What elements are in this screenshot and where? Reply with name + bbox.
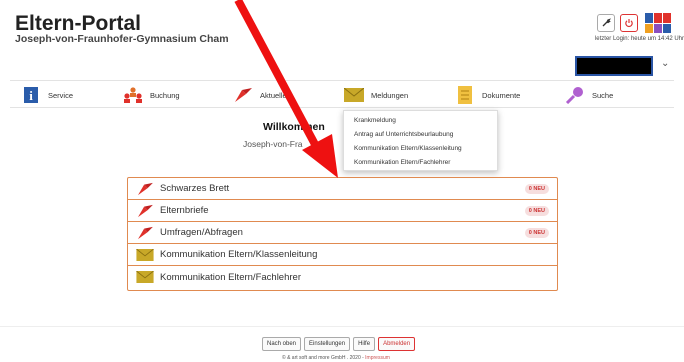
- copyright-text: © & art soft and more GmbH . 2020 - Impr…: [282, 355, 390, 361]
- list-item-klassenleitung[interactable]: Kommunikation Eltern/Klassenleitung: [128, 244, 557, 266]
- document-icon: [454, 85, 476, 105]
- magnifier-icon: [564, 85, 586, 105]
- list-item-schwarzes-brett[interactable]: Schwarzes Brett 0 NEU: [128, 178, 557, 200]
- user-select[interactable]: [575, 56, 653, 76]
- pin-icon: [136, 204, 154, 218]
- settings-footer-button[interactable]: Einstellungen: [304, 337, 351, 351]
- imprint-link[interactable]: Impressum: [365, 355, 390, 361]
- dropdown-item-klassenleitung[interactable]: Kommunikation Eltern/Klassenleitung: [354, 142, 497, 156]
- meldungen-dropdown: Krankmeldung Antrag auf Unterrichtsbeurl…: [343, 110, 498, 171]
- nav-item-buchung[interactable]: Buchung: [122, 83, 180, 107]
- nav-item-meldungen[interactable]: Meldungen: [343, 83, 408, 107]
- nav-item-dokumente[interactable]: Dokumente: [454, 83, 520, 107]
- overview-list: Schwarzes Brett 0 NEU Elternbriefe 0 NEU…: [127, 177, 558, 291]
- new-count-badge: 0 NEU: [524, 183, 549, 194]
- envelope-icon: [343, 85, 365, 105]
- help-button[interactable]: Hilfe: [353, 337, 376, 351]
- copyright-label: © & art soft and more GmbH . 2020 -: [282, 355, 366, 361]
- nav-item-service[interactable]: i Service: [20, 83, 73, 107]
- nav-label: Aktuelles: [260, 90, 291, 100]
- wrench-icon: [602, 18, 611, 27]
- info-icon: i: [20, 85, 42, 105]
- nav-label: Suche: [592, 90, 614, 100]
- footer-divider: [0, 326, 684, 327]
- list-item-fachlehrer[interactable]: Kommunikation Eltern/Fachlehrer: [128, 266, 557, 288]
- nav-label: Buchung: [150, 90, 180, 100]
- envelope-icon: [136, 248, 154, 262]
- dropdown-item-beurlaubung[interactable]: Antrag auf Unterrichtsbeurlaubung: [354, 128, 497, 142]
- dropdown-item-krankmeldung[interactable]: Krankmeldung: [354, 114, 497, 128]
- pin-icon: [136, 226, 154, 240]
- school-name: Joseph-von-Fraunhofer-Gymnasium Cham: [15, 33, 229, 45]
- pin-icon: [136, 182, 154, 196]
- new-count-badge: 0 NEU: [524, 227, 549, 238]
- footer-buttons: Nach oben Einstellungen Hilfe Abmelden: [262, 337, 416, 351]
- list-item-label: Elternbriefe: [160, 205, 209, 216]
- settings-button[interactable]: [597, 14, 615, 32]
- list-item-label: Kommunikation Eltern/Klassenleitung: [160, 249, 318, 260]
- nav-label: Dokumente: [482, 90, 521, 100]
- new-count-badge: 0 NEU: [524, 205, 549, 216]
- nav-label: Service: [48, 90, 74, 100]
- power-icon: [625, 19, 633, 28]
- people-icon: [122, 85, 144, 105]
- last-login-text: letzter Login: heute um 14:42 Uhr: [594, 36, 684, 42]
- nav-item-aktuelles[interactable]: Aktuelles: [232, 83, 290, 107]
- list-item-label: Umfragen/Abfragen: [160, 227, 243, 238]
- list-item-elternbriefe[interactable]: Elternbriefe 0 NEU: [128, 200, 557, 222]
- logout-footer-button[interactable]: Abmelden: [378, 337, 416, 351]
- envelope-icon: [136, 270, 154, 284]
- main-navigation: i Service Buchung Aktuelles Meldungen Do…: [10, 80, 674, 108]
- chevron-down-icon[interactable]: ⌄: [661, 58, 669, 69]
- dropdown-item-fachlehrer[interactable]: Kommunikation Eltern/Fachlehrer: [354, 156, 497, 170]
- nav-item-suche[interactable]: Suche: [564, 83, 613, 107]
- logout-button[interactable]: [620, 14, 638, 32]
- list-item-label: Kommunikation Eltern/Fachlehrer: [160, 271, 301, 283]
- list-item-label: Schwarzes Brett: [160, 183, 230, 194]
- portal-logo: [645, 13, 671, 33]
- welcome-school: Joseph-von-Fra: [243, 139, 303, 149]
- welcome-heading: Willkommen: [263, 121, 325, 133]
- nav-label: Meldungen: [371, 90, 409, 100]
- pin-icon: [232, 85, 254, 105]
- back-to-top-button[interactable]: Nach oben: [262, 337, 302, 351]
- list-item-umfragen[interactable]: Umfragen/Abfragen 0 NEU: [128, 222, 557, 244]
- svg-text:i: i: [29, 88, 33, 103]
